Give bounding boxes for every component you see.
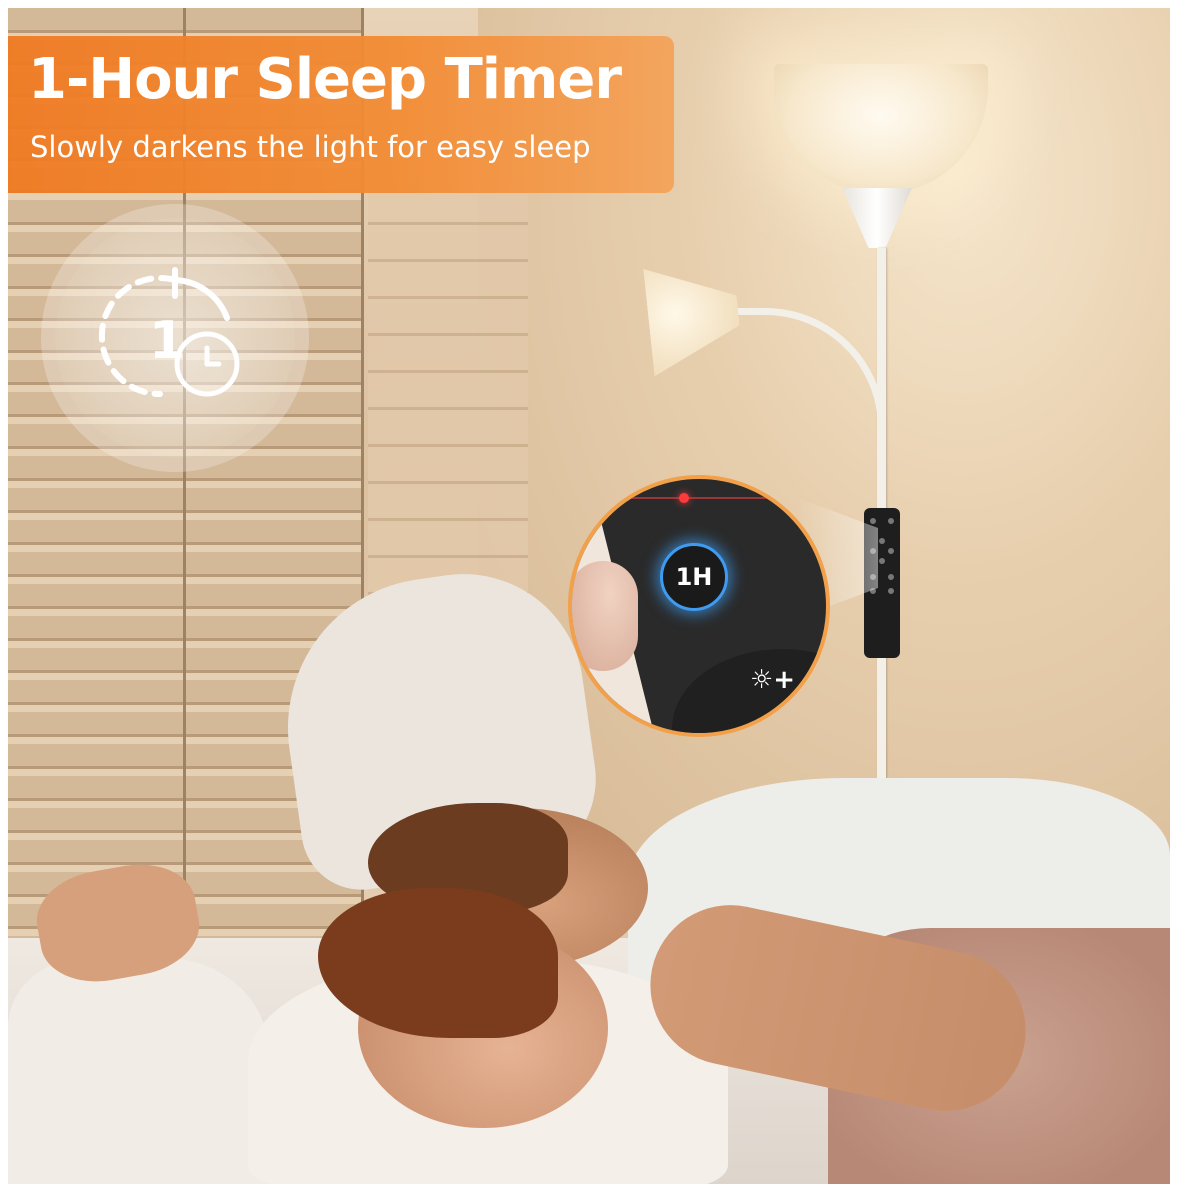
- brightness-up-icon: ☼+: [750, 665, 796, 695]
- pillow-left: [8, 958, 268, 1184]
- remote-zoom-inset: 1H ☼+: [568, 475, 830, 737]
- timer-1-hour-icon: 1: [98, 267, 240, 398]
- one-hour-timer-button: 1H: [660, 543, 728, 611]
- sleep-timer-badge: 1: [55, 218, 295, 458]
- finger: [572, 561, 638, 671]
- banner-title: 1-Hour Sleep Timer: [28, 47, 622, 112]
- banner-subtitle: Slowly darkens the light for easy sleep: [30, 130, 591, 164]
- ir-led-icon: [679, 493, 689, 503]
